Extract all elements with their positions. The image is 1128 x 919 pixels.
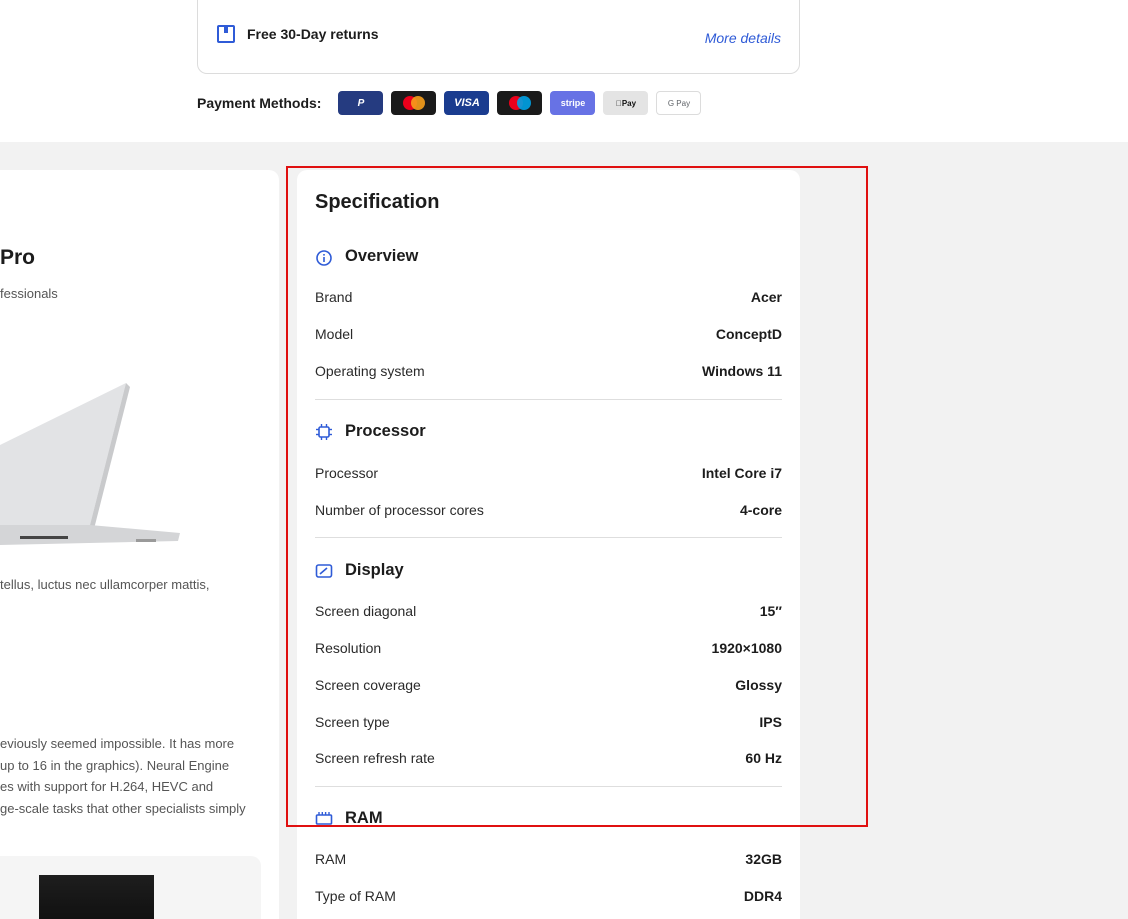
paypal-icon: P bbox=[338, 91, 384, 115]
overview-title: Overview bbox=[345, 247, 419, 265]
mastercard-icon bbox=[391, 91, 437, 115]
spec-row: Operating system Windows 11 bbox=[315, 362, 782, 380]
spec-row: Resolution 1920×1080 bbox=[315, 639, 782, 657]
overview-section-header: Overview bbox=[315, 247, 418, 266]
spec-row: Screen diagonal 15″ bbox=[315, 602, 782, 620]
product-title: Pro bbox=[0, 246, 36, 269]
spec-label: Brand bbox=[315, 289, 353, 305]
spec-label: RAM bbox=[315, 851, 347, 867]
spec-label: Screen diagonal bbox=[315, 603, 417, 619]
maestro-icon bbox=[497, 91, 543, 115]
spec-value: Glossy bbox=[735, 677, 782, 693]
section-divider bbox=[315, 537, 782, 538]
spec-value: Acer bbox=[750, 289, 782, 305]
product-description: tellus, luctus nec ullamcorper mattis, bbox=[0, 577, 210, 592]
spec-row: Type of RAM DDR4 bbox=[315, 887, 782, 905]
spec-row: RAM 32GB bbox=[315, 850, 782, 868]
product-card: Pro fessionals tellus, luctus nec ullamc… bbox=[0, 170, 279, 919]
delivery-info-box: Free 30-Day returns More details bbox=[197, 0, 800, 74]
spec-label: Screen refresh rate bbox=[315, 750, 435, 766]
spec-row: Screen coverage Glossy bbox=[315, 676, 782, 694]
spec-value: 15″ bbox=[759, 603, 782, 619]
product-long-description: eviously seemed impossible. It has more … bbox=[0, 733, 270, 819]
display-section-header: Display bbox=[315, 561, 404, 580]
spec-label: Screen coverage bbox=[315, 677, 421, 693]
spec-row: Screen refresh rate 60 Hz bbox=[315, 749, 782, 767]
spec-row: Number of processor cores 4-core bbox=[315, 501, 782, 519]
visa-icon: VISA bbox=[444, 91, 490, 115]
payment-methods-label: Payment Methods: bbox=[197, 95, 322, 111]
product-subtitle: fessionals bbox=[0, 286, 58, 301]
spec-value: Intel Core i7 bbox=[701, 465, 782, 481]
spec-row: Screen type IPS bbox=[315, 713, 782, 731]
text-line: ge-scale tasks that other specialists si… bbox=[0, 800, 246, 816]
processor-title: Processor bbox=[345, 422, 426, 440]
more-details-link[interactable]: More details bbox=[705, 30, 781, 46]
spec-value: Windows 11 bbox=[701, 363, 782, 379]
spec-label: Number of processor cores bbox=[315, 502, 484, 518]
laptop-image bbox=[0, 383, 180, 545]
spec-value: IPS bbox=[759, 714, 782, 730]
chip-card bbox=[0, 856, 261, 919]
spec-value: 4-core bbox=[739, 502, 782, 518]
spec-label: Screen type bbox=[315, 714, 390, 730]
specification-heading: Specification bbox=[315, 191, 440, 213]
spec-label: Processor bbox=[315, 465, 379, 481]
apple-pay-icon: Pay bbox=[603, 91, 649, 115]
chip-image bbox=[39, 875, 154, 919]
stripe-icon: stripe bbox=[550, 91, 596, 115]
spec-row: Brand Acer bbox=[315, 288, 782, 306]
spec-row: Model ConceptD bbox=[315, 325, 782, 343]
section-divider bbox=[315, 399, 782, 400]
spec-label: Resolution bbox=[315, 640, 382, 656]
spec-value: 32GB bbox=[745, 851, 782, 867]
spec-row: Processor Intel Core i7 bbox=[315, 464, 782, 482]
ram-title: RAM bbox=[345, 809, 383, 827]
display-icon bbox=[315, 563, 333, 578]
spec-label: Type of RAM bbox=[315, 888, 396, 904]
spec-value: 1920×1080 bbox=[711, 640, 782, 656]
ram-section-header: RAM bbox=[315, 809, 383, 828]
spec-label: Operating system bbox=[315, 363, 425, 379]
cpu-chip-icon bbox=[316, 423, 332, 440]
processor-section-header: Processor bbox=[315, 422, 426, 441]
spec-label: Model bbox=[315, 326, 354, 342]
display-title: Display bbox=[345, 561, 404, 579]
payment-methods: Payment Methods: P VISA stripe Pay G Pa… bbox=[197, 91, 709, 115]
spec-value: DDR4 bbox=[743, 888, 782, 904]
returns-label: Free 30-Day returns bbox=[247, 26, 379, 42]
spec-value: 60 Hz bbox=[745, 750, 782, 766]
google-pay-icon: G Pay bbox=[656, 91, 702, 115]
text-line: eviously seemed impossible. It has more bbox=[0, 736, 235, 751]
memory-icon bbox=[315, 811, 333, 825]
specification-card: Specification Overview Brand Acer Model … bbox=[297, 170, 800, 919]
text-line: es with support for H.264, HEVC and bbox=[0, 779, 214, 794]
spec-value: ConceptD bbox=[715, 326, 782, 342]
info-icon bbox=[316, 249, 332, 266]
top-band: Free 30-Day returns More details Payment… bbox=[0, 0, 1128, 142]
return-box-icon bbox=[217, 25, 235, 43]
text-line: up to 16 in the graphics). Neural Engine bbox=[0, 757, 230, 773]
section-divider bbox=[315, 786, 782, 787]
